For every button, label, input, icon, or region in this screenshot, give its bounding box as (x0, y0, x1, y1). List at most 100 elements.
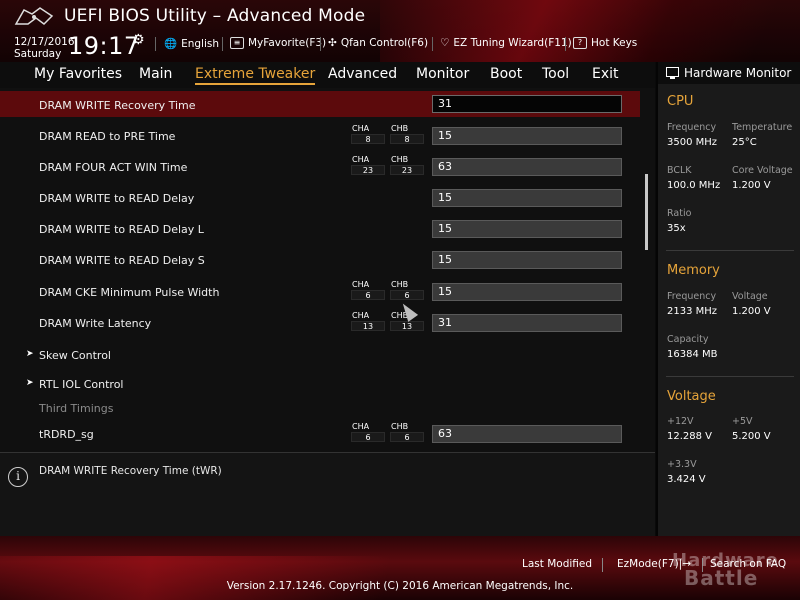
value-input[interactable]: 31 (432, 314, 622, 332)
qfan-control-button[interactable]: ✣ Qfan Control(F6) (328, 37, 428, 49)
header-divider (155, 37, 156, 51)
monitor-icon (666, 67, 679, 79)
setting-label: DRAM Write Latency (39, 317, 152, 330)
footer-bar: Last Modified EzMode(F7)|→ Search on FAQ… (0, 536, 800, 600)
setting-label: DRAM WRITE Recovery Time (39, 99, 196, 112)
hot-keys-button[interactable]: ? Hot Keys (573, 37, 637, 49)
tab-exit[interactable]: Exit (592, 66, 619, 82)
core-voltage-label: Core Voltage (732, 165, 793, 176)
cha-value: 13 (351, 321, 385, 331)
setting-row-trdrd-sg[interactable]: tRDRD_sg CHA CHB 6 6 63 (0, 420, 640, 446)
cha-label: CHA (352, 280, 370, 289)
setting-label: DRAM READ to PRE Time (39, 130, 176, 143)
memory-voltage-label: Voltage (732, 291, 768, 302)
setting-row-dram-write-to-read-delay[interactable]: DRAM WRITE to READ Delay 15 (0, 184, 640, 210)
tab-monitor[interactable]: Monitor (416, 66, 469, 82)
v12-label: +12V (667, 416, 694, 427)
main-nav: My Favorites Main Extreme Tweaker Advanc… (0, 62, 655, 88)
value-input[interactable]: 15 (432, 220, 622, 238)
value-input[interactable]: 15 (432, 283, 622, 301)
hardware-monitor-header: Hardware Monitor (658, 62, 800, 84)
clock-settings-gear-icon[interactable]: ⚙ (132, 32, 145, 48)
version-text: Version 2.17.1246. Copyright (C) 2016 Am… (226, 580, 574, 592)
header-divider (565, 37, 566, 51)
chb-label: CHB (391, 422, 409, 431)
myfavorite-button[interactable]: ≡ MyFavorite(F3) (230, 37, 326, 49)
setting-row-dram-four-act-win-time[interactable]: DRAM FOUR ACT WIN Time CHA CHB 23 23 63 (0, 153, 640, 179)
submenu-rtl-iol-control[interactable]: ➤ RTL IOL Control (0, 370, 640, 396)
cha-label: CHA (352, 155, 370, 164)
value-input[interactable]: 63 (432, 158, 622, 176)
memory-heading: Memory (667, 263, 720, 278)
globe-icon: 🌐 (164, 38, 178, 50)
chb-value: 23 (390, 165, 424, 175)
setting-row-dram-cke-minimum-pulse-width[interactable]: DRAM CKE Minimum Pulse Width CHA CHB 6 6… (0, 278, 640, 304)
value-input[interactable]: 15 (432, 127, 622, 145)
cha-label: CHA (352, 124, 370, 133)
cha-label: CHA (352, 422, 370, 431)
bulb-icon: ♡ (440, 37, 450, 49)
setting-row-dram-read-to-pre-time[interactable]: DRAM READ to PRE Time CHA CHB 8 8 15 (0, 122, 640, 148)
tab-tool[interactable]: Tool (542, 66, 569, 82)
bclk-value: 100.0 MHz (667, 180, 721, 191)
setting-row-dram-write-to-read-delay-l[interactable]: DRAM WRITE to READ Delay L 15 (0, 215, 640, 241)
chevron-right-icon: ➤ (26, 349, 34, 359)
ratio-value: 35x (667, 223, 686, 234)
hardware-monitor-panel: Hardware Monitor CPU Frequency Temperatu… (656, 62, 800, 536)
bclk-label: BCLK (667, 165, 692, 176)
cha-value: 6 (351, 432, 385, 442)
chb-value: 8 (390, 134, 424, 144)
setting-row-dram-write-to-read-delay-s[interactable]: DRAM WRITE to READ Delay S 15 (0, 246, 640, 272)
fan-icon: ✣ (328, 37, 337, 49)
setting-label: DRAM FOUR ACT WIN Time (39, 161, 188, 174)
language-label: English (181, 37, 219, 50)
v33-value: 3.424 V (667, 474, 706, 485)
tab-advanced[interactable]: Advanced (328, 66, 397, 82)
memory-capacity-label: Capacity (667, 334, 709, 345)
ratio-label: Ratio (667, 208, 692, 219)
section-divider (666, 250, 794, 251)
value-input[interactable]: 15 (432, 251, 622, 269)
cha-value: 23 (351, 165, 385, 175)
header-divider (320, 37, 321, 51)
cpu-temperature-value: 25°C (732, 137, 757, 148)
help-icon: ? (573, 37, 587, 49)
language-button[interactable]: 🌐 English (164, 37, 219, 51)
cpu-heading: CPU (667, 94, 694, 109)
scrollbar-thumb[interactable] (645, 174, 648, 250)
cha-label: CHA (352, 311, 370, 320)
value-input[interactable]: 15 (432, 189, 622, 207)
tab-my-favorites[interactable]: My Favorites (34, 66, 122, 82)
value-input[interactable]: 63 (432, 425, 622, 443)
tab-main[interactable]: Main (139, 66, 172, 82)
header-divider (222, 37, 223, 51)
chb-label: CHB (391, 280, 409, 289)
last-modified-button[interactable]: Last Modified (522, 558, 592, 570)
cha-value: 6 (351, 290, 385, 300)
memory-frequency-label: Frequency (667, 291, 717, 302)
ez-tuning-label: EZ Tuning Wizard(F11) (453, 37, 572, 49)
chb-value: 6 (390, 432, 424, 442)
submenu-skew-control[interactable]: ➤ Skew Control (0, 341, 640, 367)
submenu-label: Skew Control (39, 349, 111, 362)
myfavorite-label: MyFavorite(F3) (248, 37, 327, 49)
info-icon: i (8, 467, 28, 487)
chevron-right-icon: ➤ (26, 378, 34, 388)
top-header: UEFI BIOS Utility – Advanced Mode 12/17/… (0, 0, 800, 62)
v12-value: 12.288 V (667, 431, 713, 442)
tab-boot[interactable]: Boot (490, 66, 522, 82)
setting-label: tRDRD_sg (39, 428, 94, 441)
ez-tuning-wizard-button[interactable]: ♡ EZ Tuning Wizard(F11) (440, 37, 572, 49)
date-display: 12/17/2016 (14, 36, 75, 48)
submenu-label: RTL IOL Control (39, 378, 124, 391)
value-input[interactable]: 31 (432, 95, 622, 113)
tab-extreme-tweaker[interactable]: Extreme Tweaker (195, 66, 316, 85)
setting-label: DRAM CKE Minimum Pulse Width (39, 286, 220, 299)
section-heading-label: Third Timings (39, 402, 114, 415)
footer-divider (602, 558, 603, 572)
setting-row-dram-write-latency[interactable]: DRAM Write Latency CHA CHB 13 13 31 (0, 309, 640, 335)
help-bar: i DRAM WRITE Recovery Time (tWR) (0, 452, 655, 536)
setting-label: DRAM WRITE to READ Delay (39, 192, 195, 205)
setting-row-dram-write-recovery-time[interactable]: DRAM WRITE Recovery Time 31 (0, 91, 640, 117)
clock-display: 19:17 (68, 32, 140, 60)
